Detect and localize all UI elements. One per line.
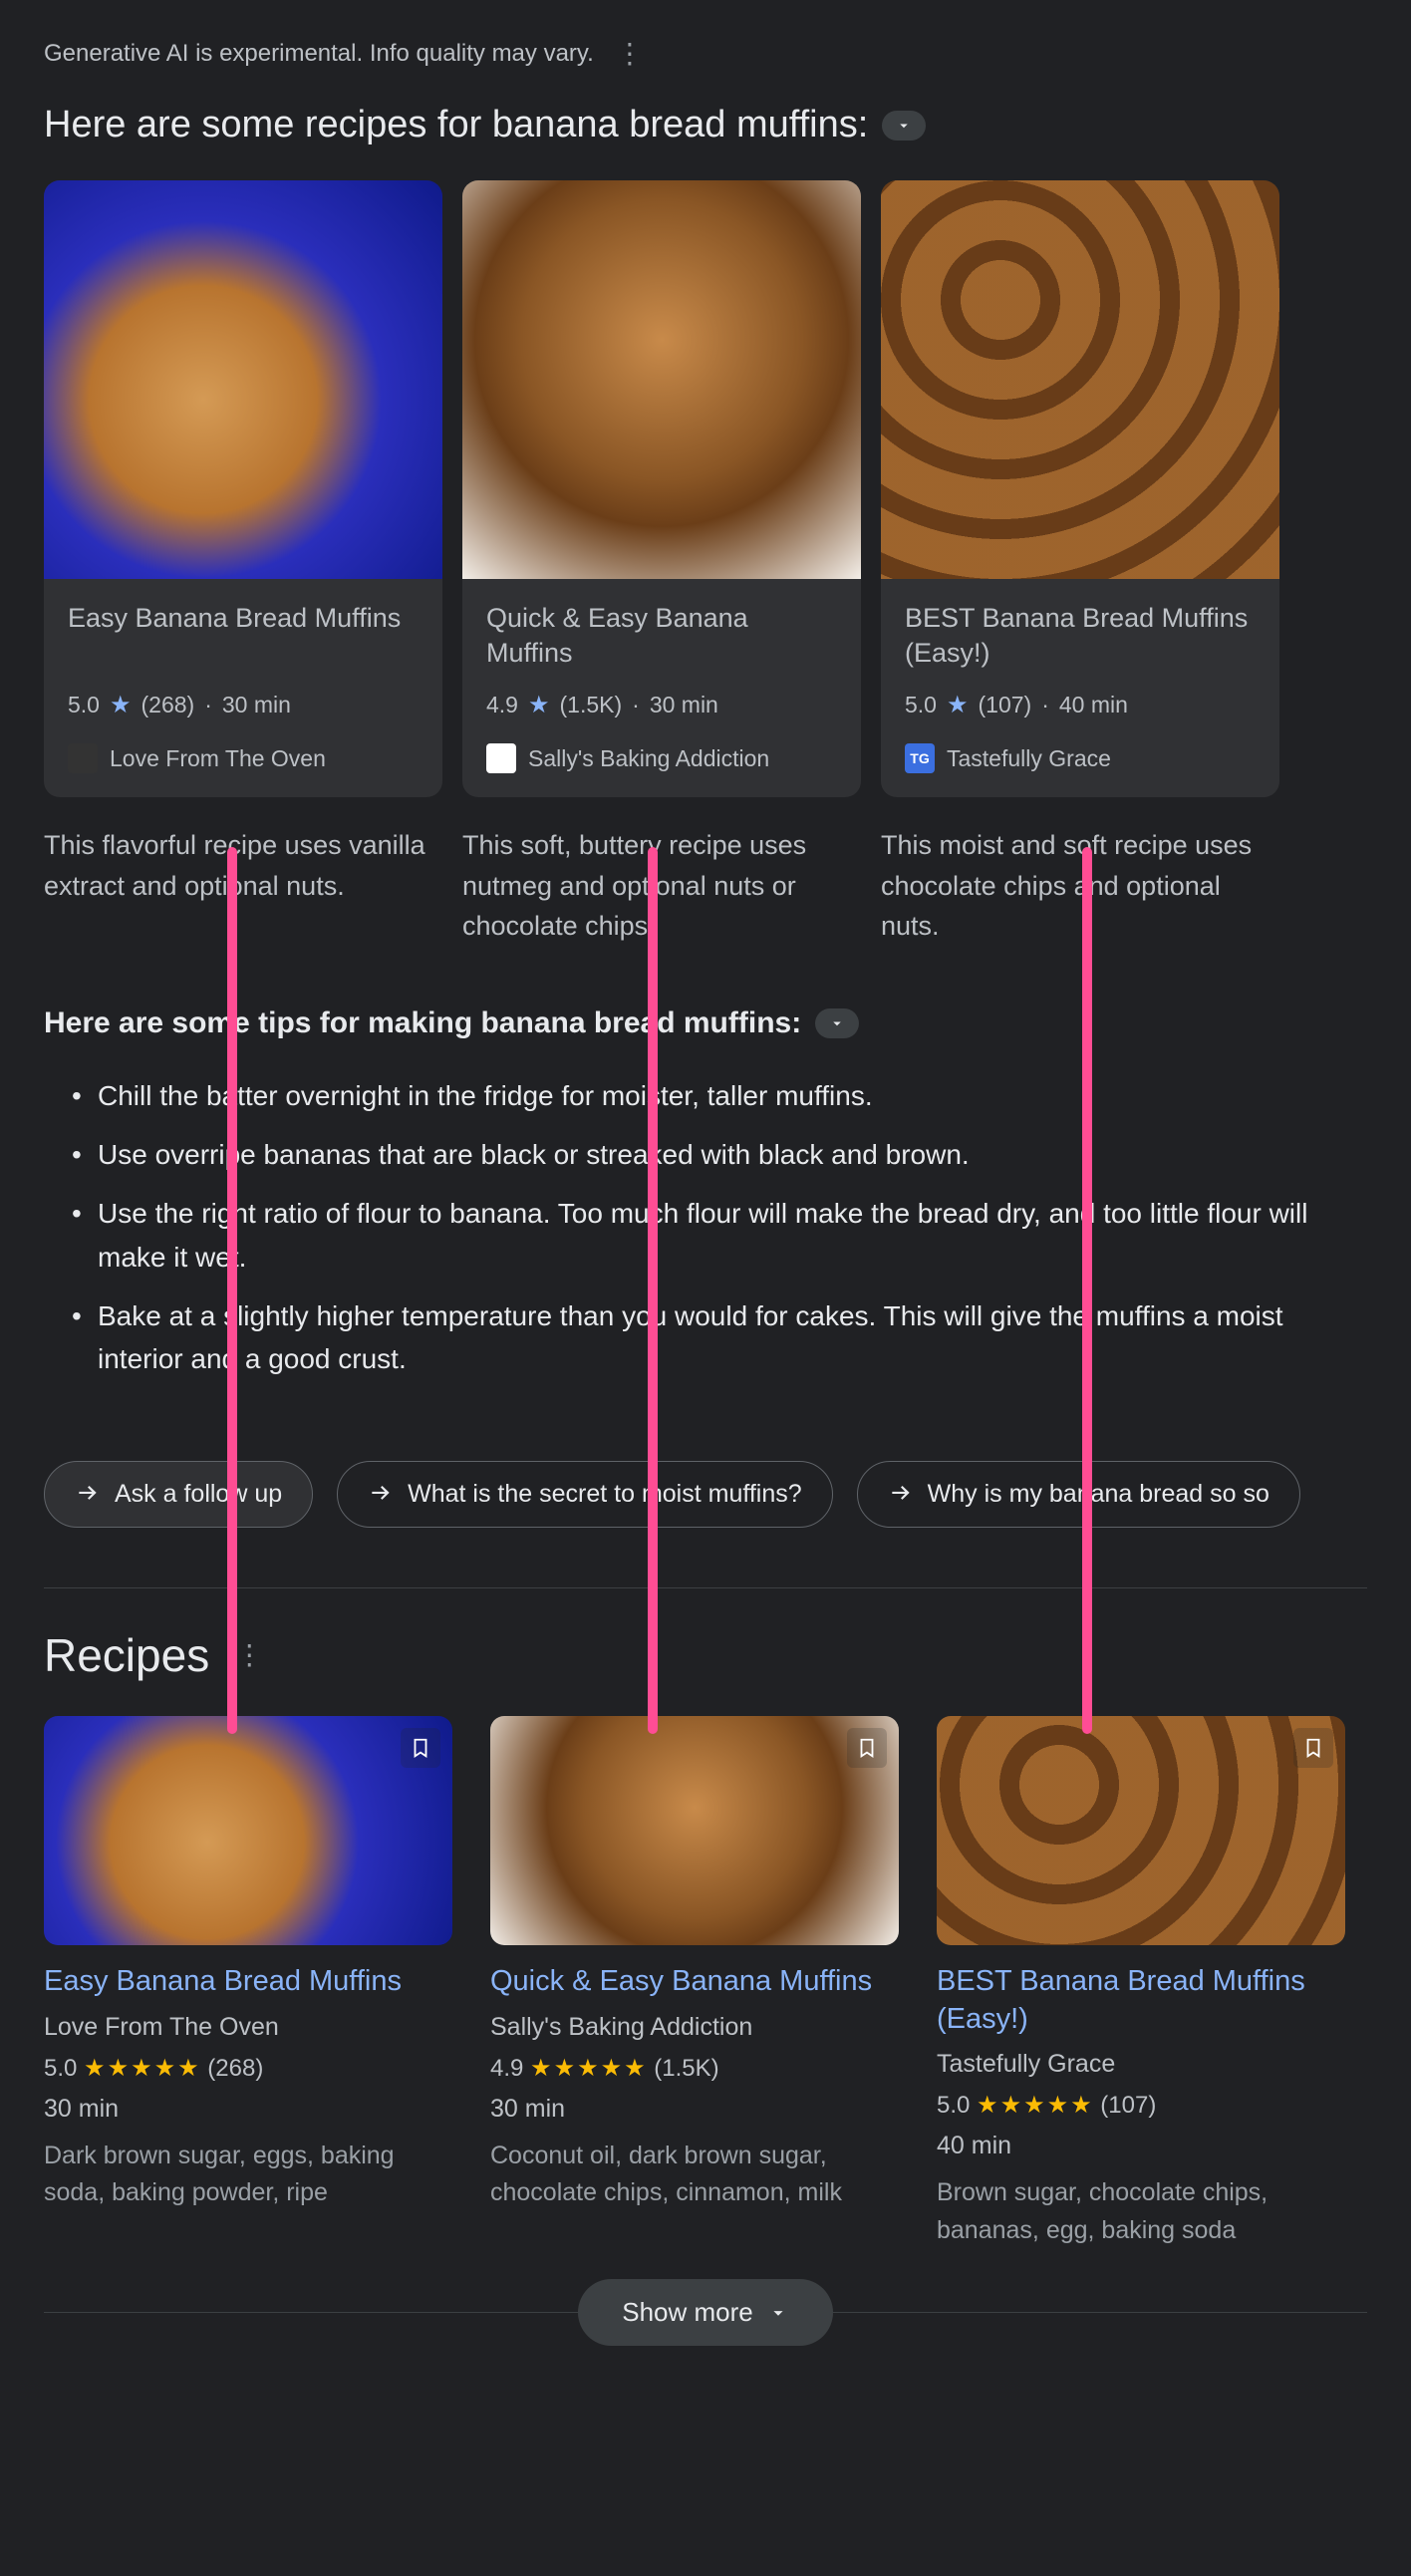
review-count: (268) [207, 2055, 263, 2082]
duration: 40 min [937, 2132, 1345, 2160]
recipe-result[interactable]: BEST Banana Bread Muffins (Easy!) Tastef… [937, 1716, 1345, 2249]
chip-label: What is the secret to moist muffins? [408, 1480, 802, 1509]
reply-arrow-icon [75, 1481, 101, 1507]
recipe-description: This soft, buttery recipe uses nutmeg an… [462, 825, 861, 947]
star-icon: ★ [947, 691, 969, 719]
bookmark-icon [410, 1737, 431, 1759]
source-favicon [68, 743, 98, 773]
review-count: (1.5K) [654, 2055, 718, 2082]
more-options-icon[interactable]: ⋮ [235, 1641, 263, 1669]
ask-followup-chip[interactable]: Ask a follow up [44, 1461, 313, 1528]
recipe-description: This flavorful recipe uses vanilla extra… [44, 825, 442, 947]
ai-recipe-card[interactable]: Easy Banana Bread Muffins 5.0 ★ (268) · … [44, 180, 442, 797]
recipe-result[interactable]: Quick & Easy Banana Muffins Sally's Baki… [490, 1716, 899, 2249]
recipe-image [44, 180, 442, 579]
divider-line [44, 2312, 578, 2313]
source-name: Tastefully Grace [947, 745, 1111, 772]
recipe-link-title[interactable]: Quick & Easy Banana Muffins [490, 1963, 899, 2001]
bookmark-icon [856, 1737, 878, 1759]
dot-separator: · [204, 692, 212, 718]
recipe-source: Tastefully Grace [937, 2050, 1345, 2079]
duration: 30 min [222, 692, 291, 718]
bookmark-icon [1302, 1737, 1324, 1759]
tips-heading: Here are some tips for making banana bre… [44, 1006, 801, 1040]
ingredients-summary: Coconut oil, dark brown sugar, chocolate… [490, 2138, 899, 2212]
show-more-label: Show more [622, 2297, 753, 2328]
recipe-results: Easy Banana Bread Muffins Love From The … [44, 1716, 1367, 2249]
ai-disclaimer: Generative AI is experimental. Info qual… [44, 40, 594, 68]
reply-arrow-icon [888, 1481, 914, 1507]
recipes-section-heading: Recipes [44, 1628, 209, 1682]
rating-value: 5.0 [937, 2092, 970, 2119]
source-name: Sally's Baking Addiction [528, 745, 769, 772]
recipe-source: Love From The Oven [44, 2013, 452, 2042]
divider-line [833, 2312, 1367, 2313]
collapse-toggle[interactable] [882, 111, 926, 141]
tip-item: Chill the batter overnight in the fridge… [72, 1074, 1367, 1117]
duration: 30 min [650, 692, 718, 718]
rating-value: 4.9 [486, 692, 518, 718]
tip-item: Bake at a slightly higher temperature th… [72, 1294, 1367, 1381]
recipe-title: BEST Banana Bread Muffins (Easy!) [905, 601, 1256, 673]
collapse-toggle[interactable] [815, 1008, 859, 1038]
recipe-source: Sally's Baking Addiction [490, 2013, 899, 2042]
star-icon: ★ [528, 691, 550, 719]
tip-item: Use overripe bananas that are black or s… [72, 1133, 1367, 1176]
rating-value: 5.0 [44, 2055, 77, 2082]
show-more-button[interactable]: Show more [578, 2279, 833, 2346]
star-rating-icon: ★★★★★ [84, 2055, 201, 2082]
dot-separator: · [632, 692, 640, 718]
dot-separator: · [1041, 692, 1049, 718]
duration: 30 min [490, 2095, 899, 2124]
review-count: (107) [1100, 2092, 1156, 2119]
duration: 40 min [1059, 692, 1128, 718]
chip-label: Why is my banana bread so so [928, 1480, 1270, 1509]
bookmark-button[interactable] [1293, 1728, 1333, 1768]
recipe-link-title[interactable]: Easy Banana Bread Muffins [44, 1963, 452, 2001]
more-options-icon[interactable]: ⋮ [616, 40, 644, 68]
recipe-description: This moist and soft recipe uses chocolat… [881, 825, 1279, 947]
star-rating-icon: ★★★★★ [530, 2055, 648, 2082]
tip-item: Use the right ratio of flour to banana. … [72, 1192, 1367, 1279]
followup-chips: Ask a follow up What is the secret to mo… [44, 1461, 1367, 1528]
rating-value: 5.0 [905, 692, 937, 718]
tips-list: Chill the batter overnight in the fridge… [44, 1074, 1367, 1381]
recipe-image [490, 1716, 899, 1945]
ingredients-summary: Dark brown sugar, eggs, baking soda, bak… [44, 2138, 452, 2212]
ai-intro-heading: Here are some recipes for banana bread m… [44, 104, 868, 146]
bookmark-button[interactable] [847, 1728, 887, 1768]
chevron-down-icon [828, 1014, 846, 1032]
rating-value: 5.0 [68, 692, 100, 718]
recipe-title: Easy Banana Bread Muffins [68, 601, 419, 673]
chevron-down-icon [767, 2302, 789, 2324]
recipe-image [881, 180, 1279, 579]
source-favicon: TG [905, 743, 935, 773]
source-name: Love From The Oven [110, 745, 326, 772]
reply-arrow-icon [368, 1481, 394, 1507]
ai-recipe-card[interactable]: Quick & Easy Banana Muffins 4.9 ★ (1.5K)… [462, 180, 861, 797]
star-icon: ★ [110, 691, 132, 719]
recipe-image [44, 1716, 452, 1945]
review-count: (1.5K) [560, 692, 623, 718]
recipe-image [937, 1716, 1345, 1945]
chevron-down-icon [895, 117, 913, 135]
section-divider [44, 1587, 1367, 1588]
recipe-image [462, 180, 861, 579]
ai-recipe-card[interactable]: BEST Banana Bread Muffins (Easy!) 5.0 ★ … [881, 180, 1279, 797]
ingredients-summary: Brown sugar, chocolate chips, bananas, e… [937, 2174, 1345, 2249]
recipe-title: Quick & Easy Banana Muffins [486, 601, 837, 673]
recipe-result[interactable]: Easy Banana Bread Muffins Love From The … [44, 1716, 452, 2249]
source-favicon [486, 743, 516, 773]
rating-value: 4.9 [490, 2055, 523, 2082]
review-count: (268) [141, 692, 195, 718]
duration: 30 min [44, 2095, 452, 2124]
ai-recipe-cards: Easy Banana Bread Muffins 5.0 ★ (268) · … [44, 180, 1367, 797]
suggested-chip[interactable]: What is the secret to moist muffins? [337, 1461, 833, 1528]
review-count: (107) [979, 692, 1032, 718]
suggested-chip[interactable]: Why is my banana bread so so [857, 1461, 1300, 1528]
star-rating-icon: ★★★★★ [977, 2092, 1094, 2119]
chip-label: Ask a follow up [115, 1480, 282, 1509]
bookmark-button[interactable] [401, 1728, 440, 1768]
recipe-link-title[interactable]: BEST Banana Bread Muffins (Easy!) [937, 1963, 1345, 2038]
